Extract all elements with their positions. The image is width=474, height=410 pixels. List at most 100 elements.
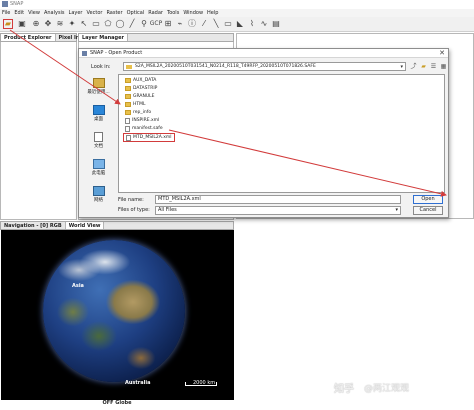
- layers-icon[interactable]: ≋: [55, 19, 65, 29]
- chevron-down-icon: ▾: [395, 207, 398, 213]
- file-item-rep-info[interactable]: rep_info: [125, 109, 151, 116]
- watermark-text: @两江观观: [364, 384, 410, 394]
- look-in-combobox[interactable]: S2A_MSIL2A_20200510T031541_N0214_R118_T4…: [123, 62, 406, 71]
- open-product-icon[interactable]: ▰: [3, 19, 13, 29]
- menu-view[interactable]: View: [26, 10, 42, 16]
- look-in-value: S2A_MSIL2A_20200510T031541_N0214_R118_T4…: [135, 64, 316, 69]
- menu-analysis[interactable]: Analysis: [42, 10, 67, 16]
- folder-icon: [125, 102, 131, 107]
- tab-product-explorer[interactable]: Product Explorer: [1, 34, 56, 41]
- magic-wand-icon[interactable]: ✦: [67, 19, 77, 29]
- polyline-icon[interactable]: ⌇: [247, 19, 257, 29]
- menu-window[interactable]: Window: [181, 10, 205, 16]
- line-tool-icon[interactable]: ╲: [211, 19, 221, 29]
- file-icon: [125, 117, 130, 124]
- scale-text: 2000 km: [193, 380, 216, 386]
- documents-icon: [94, 132, 103, 142]
- folder-icon: [125, 94, 131, 99]
- save-icon[interactable]: ▣: [17, 19, 27, 29]
- file-item-html[interactable]: HTML: [125, 101, 146, 108]
- menu-file[interactable]: File: [0, 10, 12, 16]
- main-toolbar: ▰ ▣ ⊕ ✥ ≋ ✦ ↖ ▭ ⬠ ◯ ╱ ⚲ GCP ⊞ ⌁ ⓘ ⁄ ╲ ▭ …: [0, 17, 474, 32]
- file-item-inspire[interactable]: INSPIRE.xml: [125, 117, 159, 124]
- folder-icon: [125, 78, 131, 83]
- tab-world-view[interactable]: World View: [65, 222, 105, 229]
- open-product-dialog: SNAP - Open Product ✕ Look in: S2A_MSIL2…: [78, 48, 449, 218]
- globe-caption: OFF Globe: [102, 400, 132, 406]
- tab-navigation[interactable]: Navigation - [0] RGB: [1, 222, 66, 229]
- place-recent[interactable]: 最近使用...: [83, 76, 114, 102]
- file-icon: [125, 125, 130, 132]
- app-logo-icon: [2, 1, 8, 7]
- earth-globe[interactable]: [43, 240, 185, 382]
- app-title: SNAP: [10, 1, 24, 7]
- close-icon[interactable]: ✕: [439, 49, 445, 58]
- menu-optical[interactable]: Optical: [125, 10, 147, 16]
- file-item-mtd-msil2a[interactable]: MTD_MSIL2A.xml: [123, 133, 175, 142]
- file-name-input[interactable]: MTD_MSIL2A.xml: [155, 195, 401, 204]
- polygon-icon[interactable]: ⬠: [103, 19, 113, 29]
- place-documents[interactable]: 文档: [83, 130, 114, 156]
- details-view-icon[interactable]: ▦: [439, 62, 448, 71]
- gcp-icon[interactable]: GCP: [150, 19, 162, 29]
- wand-icon[interactable]: ⁄: [199, 19, 209, 29]
- zoom-icon[interactable]: ⊕: [31, 19, 41, 29]
- curve-icon[interactable]: ∿: [259, 19, 269, 29]
- menu-raster[interactable]: Raster: [104, 10, 124, 16]
- dialog-titlebar: SNAP - Open Product ✕: [79, 49, 448, 58]
- product-explorer-header: Product Explorer Pixel Info: [0, 33, 89, 42]
- file-type-select[interactable]: All Files ▾: [155, 206, 401, 215]
- menu-edit[interactable]: Edit: [12, 10, 26, 16]
- folder-icon: [126, 65, 132, 69]
- info-icon[interactable]: ⓘ: [187, 19, 197, 29]
- file-list[interactable]: AUX_DATA DATASTRIP GRANULE HTML rep_info…: [118, 74, 445, 193]
- place-computer[interactable]: 此电脑: [83, 157, 114, 183]
- file-name-label: File name:: [118, 197, 144, 203]
- pan-icon[interactable]: ✥: [43, 19, 53, 29]
- open-button[interactable]: Open: [413, 195, 443, 204]
- layer-manager-header: Layer Manager: [78, 33, 234, 42]
- menu-bar: File Edit View Analysis Layer Vector Ras…: [0, 9, 474, 17]
- cancel-button[interactable]: Cancel: [413, 206, 443, 215]
- file-item-granule[interactable]: GRANULE: [125, 93, 155, 100]
- folder-icon: [125, 86, 131, 91]
- desktop-icon: [92, 105, 105, 115]
- navigation-header: Navigation - [0] RGB World View: [0, 221, 234, 230]
- select-icon[interactable]: ↖: [79, 19, 89, 29]
- up-folder-icon[interactable]: ⤴: [409, 62, 418, 71]
- globe-label-australia: Australia: [125, 380, 151, 386]
- tab-layer-manager[interactable]: Layer Manager: [79, 34, 128, 41]
- line-icon[interactable]: ╱: [127, 19, 137, 29]
- place-network[interactable]: 网络: [83, 184, 114, 210]
- dialog-title: SNAP - Open Product: [90, 50, 143, 56]
- app-titlebar: SNAP: [0, 0, 474, 9]
- menu-tools[interactable]: Tools: [165, 10, 181, 16]
- new-folder-icon[interactable]: ▰: [419, 62, 428, 71]
- globe-label-asia: Asia: [72, 283, 84, 289]
- range-finder-icon[interactable]: ⊞: [163, 19, 173, 29]
- chevron-down-icon: ▾: [400, 64, 403, 70]
- file-item-datastrip[interactable]: DATASTRIP: [125, 85, 157, 92]
- chart-icon[interactable]: ▤: [271, 19, 281, 29]
- place-desktop[interactable]: 桌面: [83, 103, 114, 129]
- rectangle-icon[interactable]: ▭: [91, 19, 101, 29]
- pin-icon[interactable]: ⚲: [139, 19, 149, 29]
- graph-icon[interactable]: ⌁: [175, 19, 185, 29]
- menu-help[interactable]: Help: [205, 10, 220, 16]
- ellipse-icon[interactable]: ◯: [115, 19, 125, 29]
- menu-radar[interactable]: Radar: [146, 10, 165, 16]
- file-icon: [126, 134, 131, 141]
- shape-tool-icon[interactable]: ▭: [223, 19, 233, 29]
- world-view-canvas[interactable]: Asia Australia 2000 km: [1, 230, 234, 400]
- dialog-app-icon: [82, 51, 87, 56]
- list-view-icon[interactable]: ☰: [429, 62, 438, 71]
- watermark-logo: 知乎: [334, 384, 354, 395]
- file-item-aux-data[interactable]: AUX_DATA: [125, 77, 156, 84]
- recent-icon: [92, 78, 105, 88]
- product-explorer-panel: [0, 42, 77, 220]
- look-in-label: Look in:: [91, 64, 111, 70]
- menu-layer[interactable]: Layer: [67, 10, 85, 16]
- file-item-manifest[interactable]: manifest.safe: [125, 125, 163, 132]
- draw-tool-icon[interactable]: ◣: [235, 19, 245, 29]
- menu-vector[interactable]: Vector: [85, 10, 105, 16]
